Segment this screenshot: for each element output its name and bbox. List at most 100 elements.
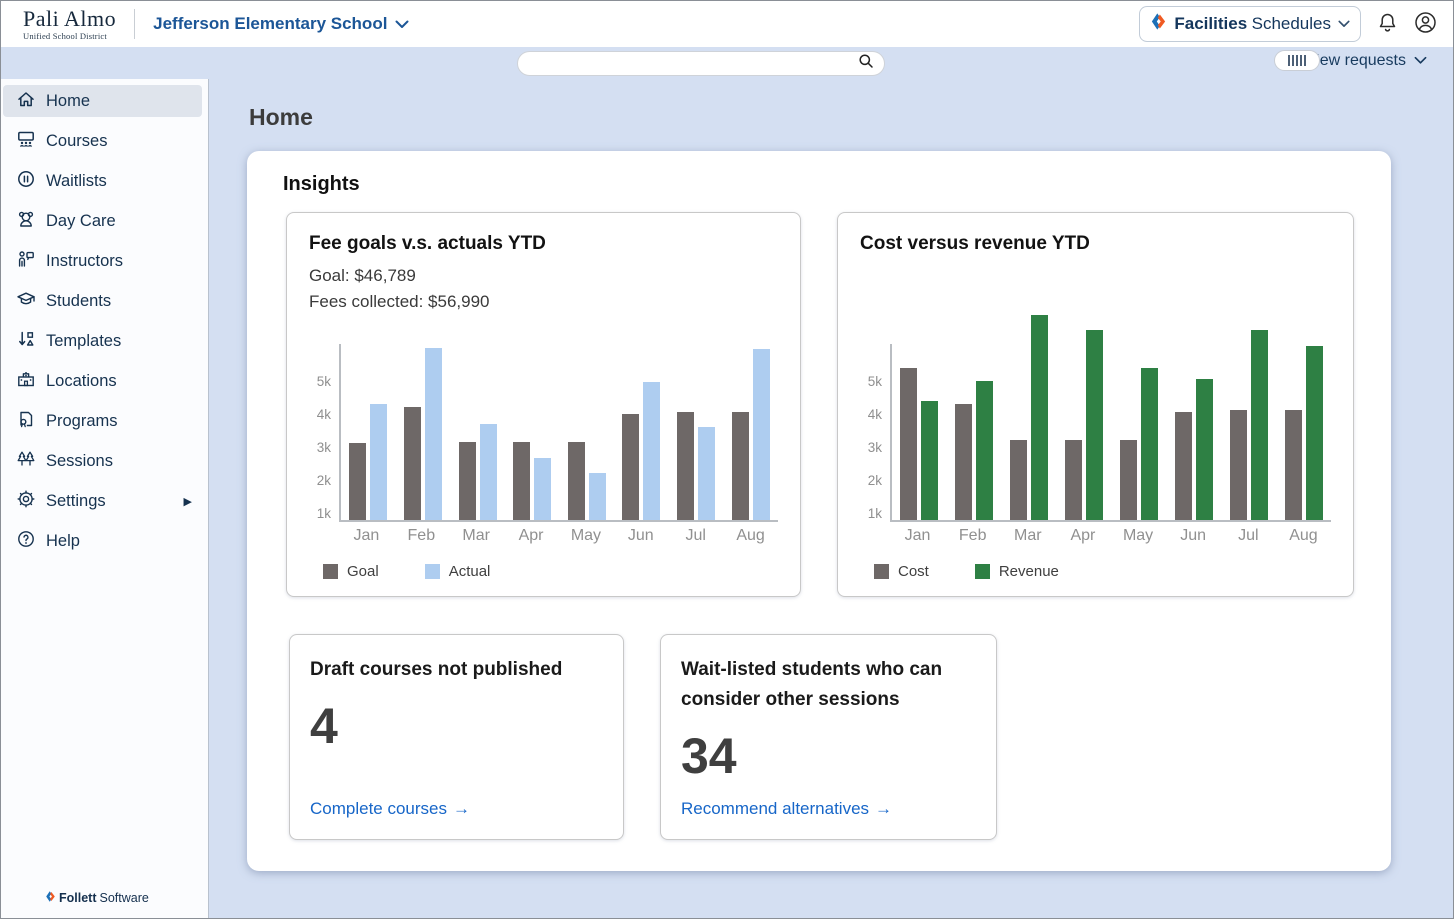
y-axis-ticks: 1k2k3k4k5k <box>860 310 890 522</box>
cost-bar <box>1285 410 1302 520</box>
sidebar-nav: Home Courses Waitlists Day Care Instruct… <box>1 79 209 918</box>
chevron-down-icon <box>1338 15 1350 33</box>
y-tick-label: 1k <box>317 506 331 521</box>
instructor-icon <box>16 249 36 274</box>
sidebar-item-instructors[interactable]: Instructors <box>3 245 202 277</box>
y-tick-label: 4k <box>317 407 331 422</box>
user-account-button[interactable] <box>1414 11 1437 37</box>
help-circle-icon <box>16 529 36 554</box>
legend-swatch <box>425 564 440 579</box>
arrow-right-icon: → <box>875 799 892 819</box>
chart-plot: 1k2k3k4k5k JanFebMarAprMayJunJulAug <box>860 310 1331 545</box>
x-tick-label: Mar <box>449 527 504 545</box>
certificate-icon <box>16 409 36 434</box>
sidebar-item-label: Templates <box>46 332 121 351</box>
insights-title: Insights <box>283 173 1371 196</box>
complete-courses-link[interactable]: Complete courses → <box>310 799 603 819</box>
goal-bar <box>513 442 530 520</box>
follett-diamond-icon <box>45 890 56 906</box>
toolbar-band: New requests <box>1 47 1453 79</box>
notifications-button[interactable] <box>1377 12 1398 37</box>
sidebar-item-locations[interactable]: Locations <box>3 365 202 397</box>
goal-bar <box>732 412 749 520</box>
sidebar-item-templates[interactable]: Templates <box>3 325 202 357</box>
new-requests-label: New requests <box>1308 52 1406 69</box>
y-tick-label: 3k <box>317 440 331 455</box>
cost-bar <box>1065 440 1082 520</box>
chevron-down-icon <box>1414 52 1427 70</box>
bar-group <box>614 296 669 520</box>
search-icon[interactable] <box>858 53 874 74</box>
global-search[interactable] <box>517 51 885 76</box>
revenue-bar <box>1251 330 1268 520</box>
x-tick-label: May <box>559 527 614 545</box>
sidebar-item-programs[interactable]: Programs <box>3 405 202 437</box>
x-tick-label: Jun <box>613 527 668 545</box>
search-input[interactable] <box>532 56 858 71</box>
sort-shapes-icon <box>16 329 36 354</box>
main-content: Home Insights Fee goals v.s. actuals YTD… <box>209 79 1453 918</box>
revenue-bar <box>921 401 938 521</box>
revenue-bar <box>1031 315 1048 520</box>
goal-bar <box>622 414 639 520</box>
chart-legend: Goal Actual <box>323 563 778 580</box>
bar-group <box>947 270 1002 520</box>
app-window: Pali Almo Unified School District Jeffer… <box>0 0 1454 919</box>
stat-card-title: Draft courses not published <box>310 655 603 685</box>
sidebar-item-home[interactable]: Home <box>3 85 202 117</box>
sidebar-item-help[interactable]: Help <box>3 525 202 557</box>
school-selector-dropdown[interactable]: Jefferson Elementary School <box>153 14 409 34</box>
fee-goals-chart-card: Fee goals v.s. actuals YTD Goal: $46,789… <box>286 212 801 597</box>
product-switcher[interactable]: Facilities Schedules <box>1139 6 1361 42</box>
cost-bar <box>1230 410 1247 520</box>
waitlisted-students-card: Wait-listed students who can consider ot… <box>660 634 997 840</box>
legend-swatch <box>975 564 990 579</box>
new-requests-dropdown[interactable]: New requests <box>1308 52 1427 70</box>
sidebar-item-courses[interactable]: Courses <box>3 125 202 157</box>
sidebar-item-label: Programs <box>46 412 118 431</box>
actual-bar <box>698 427 715 520</box>
graduation-cap-icon <box>16 289 36 314</box>
presentation-board-icon <box>16 129 36 154</box>
sidebar-item-settings[interactable]: Settings ▶ <box>3 485 202 517</box>
revenue-bar <box>1196 379 1213 520</box>
bar-group <box>1112 270 1167 520</box>
actual-bar <box>589 473 606 520</box>
chart-goal-line: Goal: $46,789 <box>309 263 778 289</box>
school-building-icon <box>16 369 36 394</box>
legend-swatch <box>323 564 338 579</box>
recommend-alternatives-link[interactable]: Recommend alternatives → <box>681 799 976 819</box>
x-axis-labels: JanFebMarAprMayJunJulAug <box>890 527 1331 545</box>
goal-bar <box>459 442 476 520</box>
chevron-down-icon <box>395 14 409 34</box>
sidebar-item-label: Instructors <box>46 252 123 271</box>
sidebar-item-day-care[interactable]: Day Care <box>3 205 202 237</box>
link-label: Complete courses <box>310 799 447 819</box>
cost-bar <box>955 404 972 520</box>
x-tick-label: Jul <box>668 527 723 545</box>
actual-bar <box>534 458 551 520</box>
bar-group <box>723 296 778 520</box>
bar-group <box>1166 270 1221 520</box>
sidebar-item-label: Locations <box>46 372 117 391</box>
sidebar-item-students[interactable]: Students <box>3 285 202 317</box>
stat-card-count: 34 <box>681 729 976 784</box>
follett-logo-bold: Follett <box>59 891 97 905</box>
legend-item: Goal <box>323 563 379 580</box>
gear-icon <box>16 489 36 514</box>
sidebar-item-waitlists[interactable]: Waitlists <box>3 165 202 197</box>
bar-group <box>892 270 947 520</box>
sidebar-item-label: Day Care <box>46 212 116 231</box>
cost-bar <box>1120 440 1137 520</box>
sidebar-item-sessions[interactable]: Sessions <box>3 445 202 477</box>
actual-bar <box>753 349 770 520</box>
x-tick-label: Aug <box>723 527 778 545</box>
scrubber-pill-overlay[interactable] <box>1274 50 1320 71</box>
x-tick-label: May <box>1111 527 1166 545</box>
legend-item: Actual <box>425 563 491 580</box>
x-tick-label: Jul <box>1221 527 1276 545</box>
revenue-bar <box>1306 346 1323 520</box>
bar-group <box>669 296 724 520</box>
charts-row: Fee goals v.s. actuals YTD Goal: $46,789… <box>267 212 1371 597</box>
legend-swatch <box>874 564 889 579</box>
